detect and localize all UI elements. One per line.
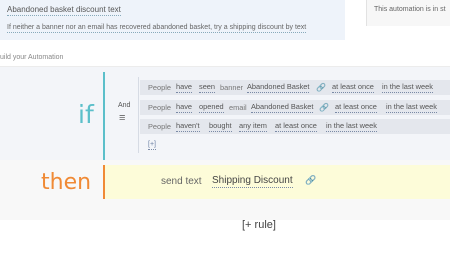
condition-subject: People (148, 83, 172, 92)
automation-card: Abandoned basket discount text If neithe… (0, 0, 345, 40)
condition-has[interactable]: have (176, 82, 193, 93)
condition-item[interactable]: Abandoned Basket (251, 102, 314, 113)
condition-verb[interactable]: opened (199, 102, 224, 113)
and-label: And (118, 102, 131, 109)
link-icon[interactable]: 🔗 (316, 80, 326, 95)
condition-subject: People (148, 103, 172, 112)
condition-time[interactable]: in the last week (382, 82, 433, 93)
then-keyword: then (41, 170, 92, 195)
condition-item[interactable]: any item (239, 121, 267, 132)
action-verb: send text (161, 176, 202, 187)
status-panel: This automation is in st (366, 0, 450, 26)
condition-item[interactable]: Abandoned Basket (247, 82, 310, 93)
condition-subject: People (148, 122, 172, 131)
condition-time[interactable]: in the last week (326, 121, 377, 132)
condition-type: email (229, 103, 247, 112)
action-value[interactable]: Shipping Discount (212, 175, 293, 188)
condition-has[interactable]: have (176, 102, 193, 113)
automation-title[interactable]: Abandoned basket discount text (7, 5, 121, 16)
section-title: uild your Automation (0, 54, 64, 61)
conditions-box: People have seen banner Abandoned Basket… (138, 77, 450, 153)
status-text: This automation is in st (374, 6, 446, 13)
condition-type: banner (220, 83, 244, 92)
link-icon[interactable]: 🔗 (319, 100, 329, 115)
condition-row: People have opened email Abandoned Baske… (140, 100, 450, 115)
condition-verb[interactable]: bought (209, 121, 232, 132)
condition-row: People haven't bought any item at least … (140, 119, 450, 134)
condition-frequency[interactable]: at least once (335, 102, 377, 113)
condition-has[interactable]: haven't (176, 121, 200, 132)
automation-description[interactable]: If neither a banner nor an email has rec… (7, 23, 307, 33)
condition-time[interactable]: in the last week (386, 102, 437, 113)
if-accent-bar (103, 72, 105, 160)
condition-verb[interactable]: seen (199, 82, 216, 93)
add-condition-button[interactable]: [+] (148, 140, 156, 150)
condition-row: People have seen banner Abandoned Basket… (140, 80, 450, 95)
then-accent-bar (103, 165, 105, 199)
list-toggle-icon[interactable]: ≡ (119, 113, 125, 124)
if-keyword: if (78, 100, 94, 129)
link-icon[interactable]: 🔗 (305, 175, 316, 186)
add-rule-button[interactable]: [+ rule] (242, 219, 276, 232)
condition-frequency[interactable]: at least once (332, 82, 374, 93)
condition-frequency[interactable]: at least once (275, 121, 317, 132)
